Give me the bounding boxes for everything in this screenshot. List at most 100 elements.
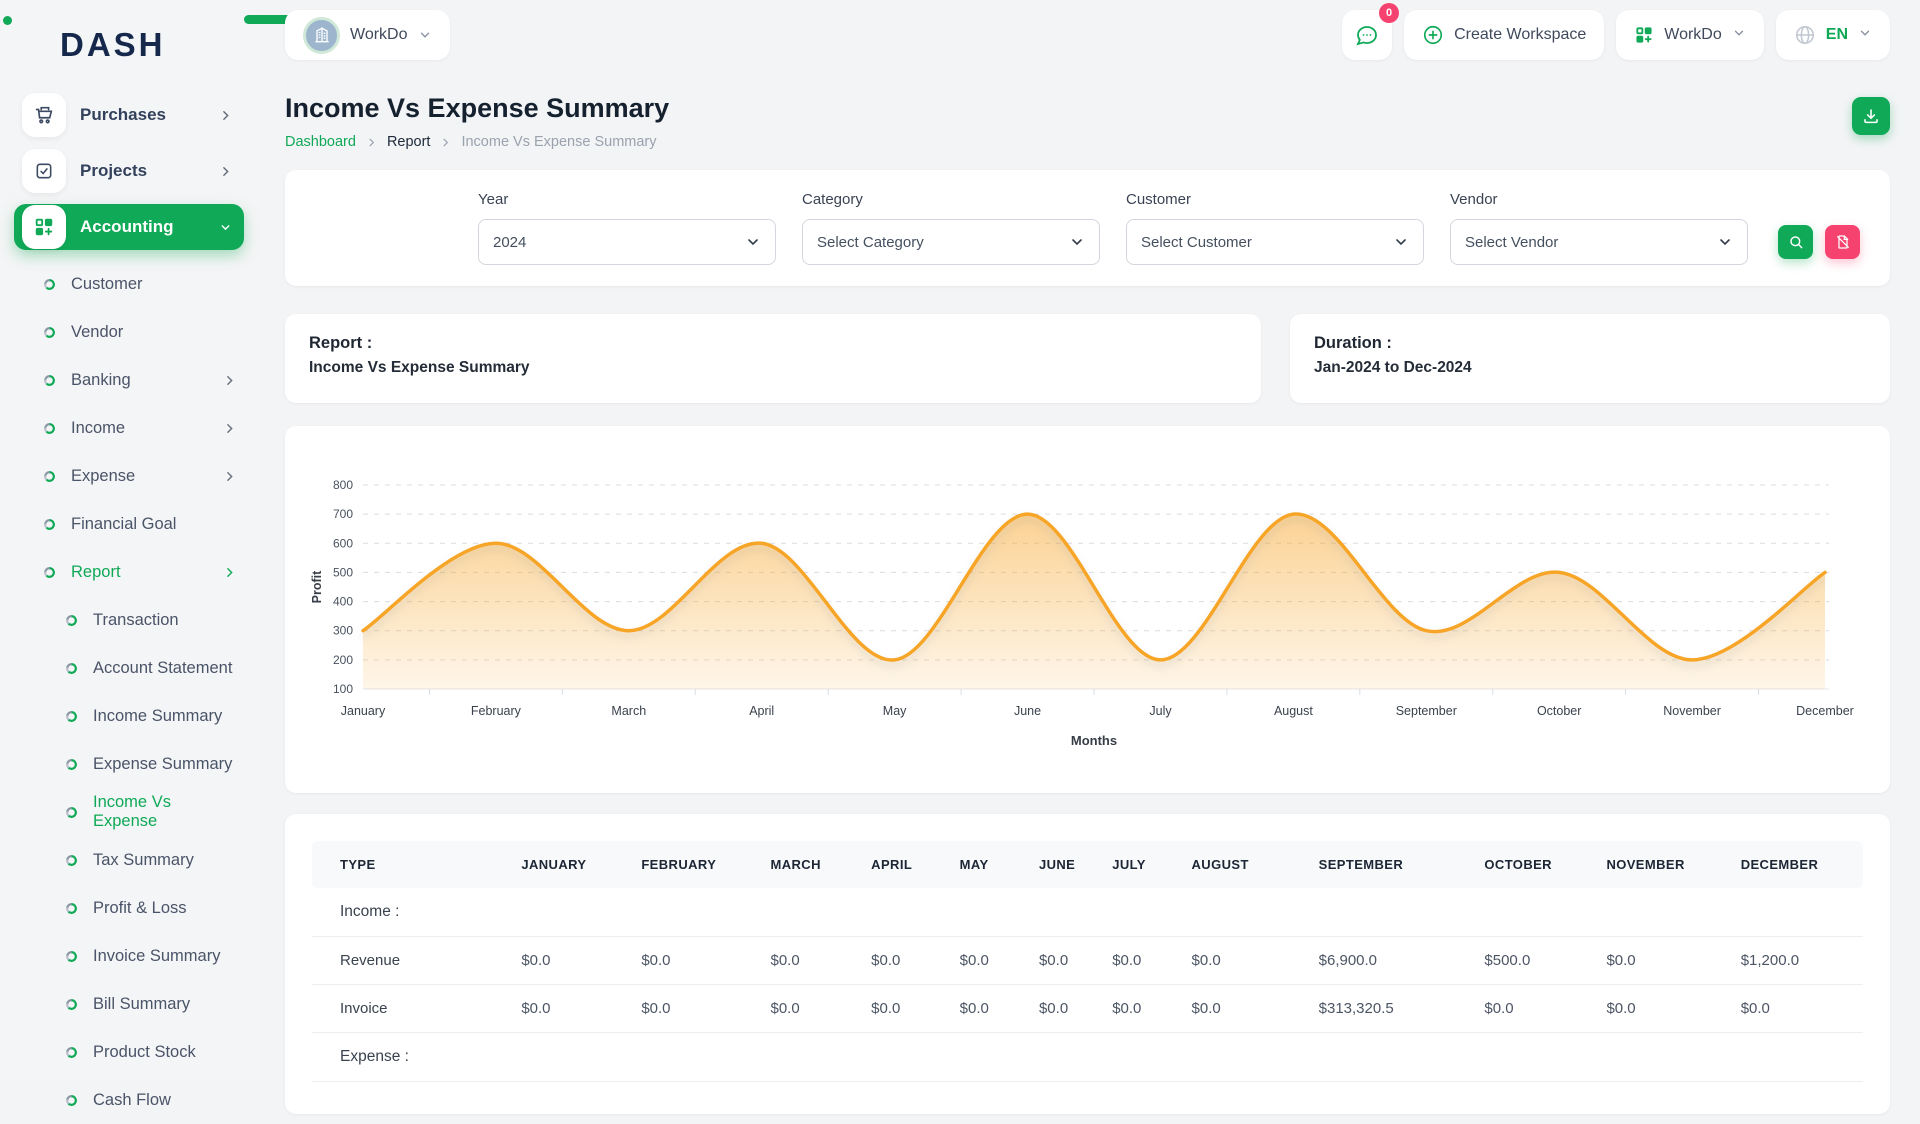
svg-text:April: April [749, 704, 774, 718]
svg-text:December: December [1796, 704, 1854, 718]
chevron-down-icon [745, 234, 761, 250]
svg-text:700: 700 [333, 507, 353, 521]
workspace-switcher[interactable]: WorkDo [285, 10, 450, 60]
report-info-card: Report : Income Vs Expense Summary [285, 314, 1261, 403]
topbar: WorkDo 0 Create Workspace [258, 0, 1920, 60]
breadcrumb-dashboard[interactable]: Dashboard [285, 134, 356, 150]
chevron-down-icon [219, 221, 232, 234]
bullet-ring-icon [66, 663, 77, 674]
category-select-value: Select Category [817, 234, 924, 251]
row-value: $0.0 [631, 985, 760, 1033]
sidebar-item-projects[interactable]: Projects [14, 148, 244, 194]
column-header-september: SEPTEMBER [1309, 841, 1475, 888]
row-value: $0.0 [760, 985, 861, 1033]
checkbox-icon [22, 149, 66, 193]
filter-year: Year 2024 [478, 191, 776, 265]
income-vs-expense-area-chart: 800700600500400300200100JanuaryFebruaryM… [309, 450, 1866, 768]
table-row: Revenue$0.0$0.0$0.0$0.0$0.0$0.0$0.0$0.0$… [312, 937, 1863, 985]
bullet-ring-icon [66, 855, 77, 866]
sidebar-subitem-expense-summary[interactable]: Expense Summary [0, 740, 258, 788]
svg-text:May: May [883, 704, 907, 718]
filter-customer: Customer Select Customer [1126, 191, 1424, 265]
svg-text:400: 400 [333, 595, 353, 609]
chevron-down-icon [1069, 234, 1085, 250]
year-select[interactable]: 2024 [478, 219, 776, 265]
sidebar-item-financial-goal[interactable]: Financial Goal [0, 500, 258, 548]
topbar-right: 0 Create Workspace WorkDo [1342, 10, 1890, 60]
reset-filter-button[interactable] [1825, 225, 1860, 259]
bullet-ring-icon [44, 327, 55, 338]
row-value: $0.0 [631, 937, 760, 985]
logo-dot-accent [3, 16, 12, 25]
chevron-right-icon [223, 470, 236, 483]
chat-bubble-icon [1355, 23, 1379, 47]
sidebar-subitem-account-statement[interactable]: Account Statement [0, 644, 258, 692]
language-selector[interactable]: EN [1776, 10, 1890, 60]
chevron-right-icon [219, 165, 232, 178]
customer-label: Customer [1126, 191, 1424, 208]
vendor-select[interactable]: Select Vendor [1450, 219, 1748, 265]
language-code: EN [1826, 26, 1848, 44]
table-header-row: TYPEJANUARYFEBRUARYMARCHAPRILMAYJUNEJULY… [312, 841, 1863, 888]
svg-text:March: March [611, 704, 646, 718]
sidebar-subitem-profit-loss[interactable]: Profit & Loss [0, 884, 258, 932]
bullet-ring-icon [44, 519, 55, 530]
column-header-july: JULY [1102, 841, 1181, 888]
sidebar-subitem-bill-summary[interactable]: Bill Summary [0, 980, 258, 1028]
customer-select[interactable]: Select Customer [1126, 219, 1424, 265]
chevron-right-icon [223, 566, 236, 579]
summary-table-card: TYPEJANUARYFEBRUARYMARCHAPRILMAYJUNEJULY… [285, 814, 1890, 1114]
sidebar-subitem-tax-summary[interactable]: Tax Summary [0, 836, 258, 884]
chevron-right-icon [366, 137, 377, 148]
sidebar-subitem-income-summary[interactable]: Income Summary [0, 692, 258, 740]
svg-text:800: 800 [333, 478, 353, 492]
row-value: $0.0 [760, 937, 861, 985]
duration-info-card: Duration : Jan-2024 to Dec-2024 [1290, 314, 1890, 403]
sidebar-subitem-cash-flow[interactable]: Cash Flow [0, 1076, 258, 1124]
workspace-menu[interactable]: WorkDo [1616, 10, 1764, 60]
bullet-ring-icon [66, 999, 77, 1010]
sidebar-item-income[interactable]: Income [0, 404, 258, 452]
category-label: Category [802, 191, 1100, 208]
sidebar-subitem-product-stock[interactable]: Product Stock [0, 1028, 258, 1076]
chevron-down-icon [1858, 26, 1872, 45]
category-select[interactable]: Select Category [802, 219, 1100, 265]
svg-text:Months: Months [1071, 733, 1117, 748]
download-button[interactable] [1852, 97, 1890, 135]
grid-plus-icon [1634, 25, 1654, 45]
row-value: $0.0 [950, 937, 1029, 985]
filter-vendor: Vendor Select Vendor [1450, 191, 1748, 265]
sidebar-menu: Purchases Projects Accounting Customer V… [0, 92, 258, 1124]
sidebar-item-banking[interactable]: Banking [0, 356, 258, 404]
sidebar-subitem-income-vs-expense[interactable]: Income Vs Expense [0, 788, 258, 836]
table-section-row: Income : [312, 888, 1863, 937]
sidebar-item-expense[interactable]: Expense [0, 452, 258, 500]
cart-icon [22, 93, 66, 137]
row-value: $0.0 [511, 937, 631, 985]
messages-button[interactable]: 0 [1342, 10, 1392, 60]
row-value: $0.0 [1596, 985, 1730, 1033]
apply-filter-button[interactable] [1778, 225, 1813, 259]
svg-text:100: 100 [333, 682, 353, 696]
building-icon [312, 25, 332, 45]
svg-text:January: January [341, 704, 386, 718]
bullet-ring-icon [66, 951, 77, 962]
chevron-right-icon [223, 374, 236, 387]
row-value: $0.0 [1474, 985, 1596, 1033]
file-slash-icon [1835, 234, 1851, 250]
sidebar-item-report[interactable]: Report [0, 548, 258, 596]
chevron-right-icon [440, 137, 451, 148]
sidebar-item-accounting[interactable]: Accounting [14, 204, 244, 250]
sidebar-item-vendor[interactable]: Vendor [0, 308, 258, 356]
sidebar-item-purchases[interactable]: Purchases [14, 92, 244, 138]
column-header-type: TYPE [312, 841, 511, 888]
app-logo[interactable]: DASH [0, 0, 258, 64]
sidebar-item-customer[interactable]: Customer [0, 260, 258, 308]
column-header-february: FEBRUARY [631, 841, 760, 888]
sidebar-subitem-invoice-summary[interactable]: Invoice Summary [0, 932, 258, 980]
create-workspace-button[interactable]: Create Workspace [1404, 10, 1604, 60]
column-header-december: DECEMBER [1731, 841, 1863, 888]
workspace-menu-label: WorkDo [1664, 26, 1722, 44]
sidebar-subitem-transaction[interactable]: Transaction [0, 596, 258, 644]
breadcrumb-report[interactable]: Report [387, 134, 431, 150]
